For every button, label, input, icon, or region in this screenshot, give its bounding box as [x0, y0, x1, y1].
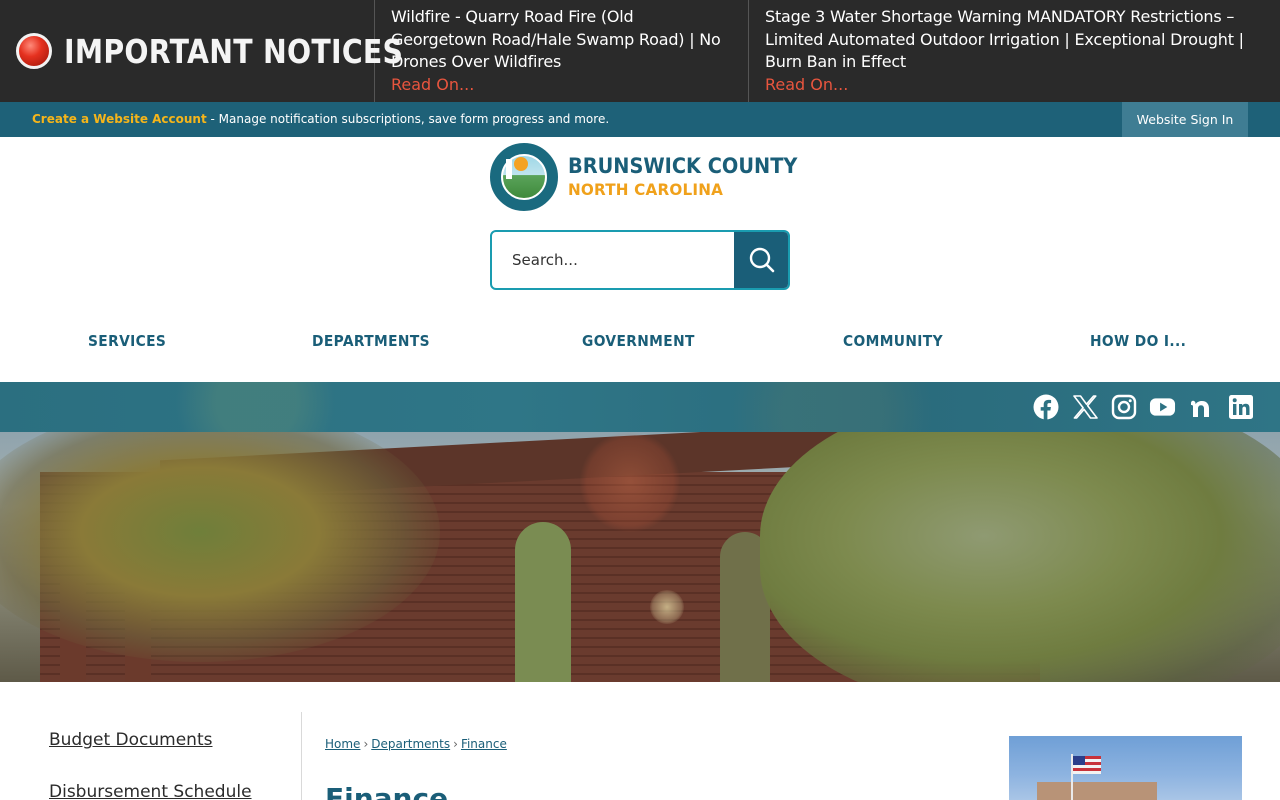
nav-government[interactable]: GOVERNMENT [582, 332, 695, 350]
search-icon [749, 247, 775, 273]
hero-banner-image [0, 432, 1280, 682]
notices-header: IMPORTANT NOTICES [0, 0, 403, 102]
breadcrumb-separator: › [453, 737, 458, 751]
account-description: - Manage notification subscriptions, sav… [206, 112, 610, 126]
nextdoor-icon[interactable] [1188, 393, 1215, 420]
nav-how-do-i[interactable]: HOW DO I... [1090, 332, 1186, 350]
side-nav-budget-documents[interactable]: Budget Documents [49, 730, 212, 750]
website-sign-in-button[interactable]: Website Sign In [1122, 102, 1248, 137]
breadcrumb: Home › Departments › Finance [325, 737, 507, 751]
page-title: Finance [325, 782, 449, 800]
notice-item: Wildfire - Quarry Road Fire (Old Georget… [375, 0, 749, 102]
search-button[interactable] [734, 232, 788, 288]
breadcrumb-separator: › [363, 737, 369, 751]
breadcrumb-finance[interactable]: Finance [461, 737, 507, 751]
account-message: Create a Website Account - Manage notifi… [32, 112, 609, 126]
notice-item: Stage 3 Water Shortage Warning MANDATORY… [749, 0, 1280, 102]
social-icons [1032, 393, 1254, 420]
notice-text: Wildfire - Quarry Road Fire (Old Georget… [391, 7, 721, 71]
create-account-link[interactable]: Create a Website Account [32, 112, 207, 126]
alert-icon [16, 33, 52, 69]
logo-county-name: BRUNSWICK COUNTY [568, 154, 798, 178]
x-icon[interactable] [1071, 393, 1098, 420]
nav-departments[interactable]: DEPARTMENTS [312, 332, 430, 350]
american-flag-icon [1073, 756, 1101, 774]
main-navigation: SERVICES DEPARTMENTS GOVERNMENT COMMUNIT… [0, 322, 1280, 362]
notices-title: IMPORTANT NOTICES [64, 31, 404, 71]
nav-services[interactable]: SERVICES [88, 332, 166, 350]
instagram-icon[interactable] [1110, 393, 1137, 420]
side-navigation: Budget Documents Disbursement Schedule [0, 712, 302, 800]
read-on-link[interactable]: Read On... [391, 74, 732, 97]
county-seal-icon [490, 143, 558, 211]
social-media-bar [0, 382, 1280, 432]
facebook-icon[interactable] [1032, 393, 1059, 420]
site-logo[interactable]: BRUNSWICK COUNTY NORTH CAROLINA [490, 143, 800, 213]
account-bar: Create a Website Account - Manage notifi… [0, 102, 1280, 137]
linkedin-icon[interactable] [1227, 393, 1254, 420]
search-input[interactable] [492, 232, 734, 288]
logo-state-name: NORTH CAROLINA [568, 180, 724, 199]
nav-community[interactable]: COMMUNITY [843, 332, 943, 350]
breadcrumb-departments[interactable]: Departments [371, 737, 450, 751]
finance-building-photo [1009, 736, 1242, 800]
site-search [490, 230, 790, 290]
important-notices-bar: IMPORTANT NOTICES Wildfire - Quarry Road… [0, 0, 1280, 102]
notice-text: Stage 3 Water Shortage Warning MANDATORY… [765, 7, 1244, 71]
youtube-icon[interactable] [1149, 393, 1176, 420]
read-on-link[interactable]: Read On... [765, 74, 1264, 97]
breadcrumb-home[interactable]: Home [325, 737, 360, 751]
side-nav-disbursement-schedule[interactable]: Disbursement Schedule [49, 782, 252, 800]
